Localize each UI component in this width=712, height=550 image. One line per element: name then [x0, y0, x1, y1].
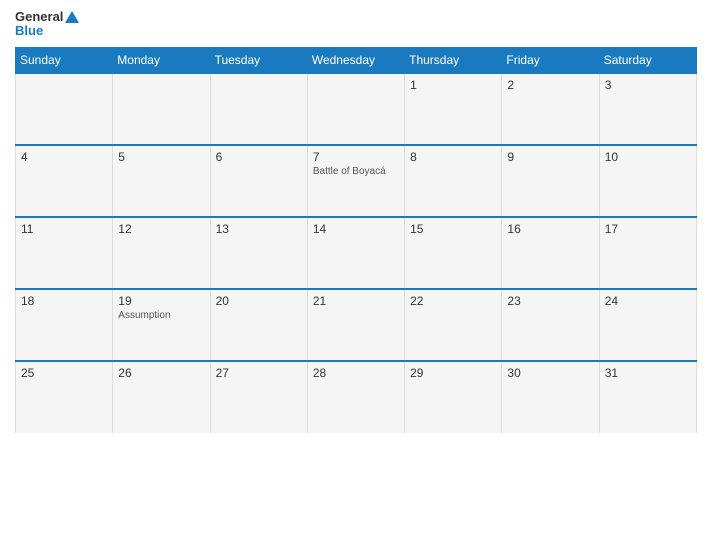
day-number: 3: [605, 78, 691, 92]
day-cell: 29: [405, 361, 502, 433]
weekday-header-thursday: Thursday: [405, 47, 502, 73]
week-row-4: 18 19 Assumption 20 21 22 23 24: [16, 289, 697, 361]
weekday-header-monday: Monday: [113, 47, 210, 73]
day-number: 11: [21, 222, 107, 236]
day-cell: 16: [502, 217, 599, 289]
day-cell: 25: [16, 361, 113, 433]
day-number: 7: [313, 150, 399, 164]
day-cell: 11: [16, 217, 113, 289]
day-cell: 21: [307, 289, 404, 361]
week-row-3: 11 12 13 14 15 16 17: [16, 217, 697, 289]
weekday-header-sunday: Sunday: [16, 47, 113, 73]
day-number: 13: [216, 222, 302, 236]
day-number: 15: [410, 222, 496, 236]
day-number: 22: [410, 294, 496, 308]
day-cell: 1: [405, 73, 502, 145]
day-cell: 13: [210, 217, 307, 289]
day-cell: 17: [599, 217, 696, 289]
day-cell: 24: [599, 289, 696, 361]
day-number: 25: [21, 366, 107, 380]
day-cell: 7 Battle of Boyacá: [307, 145, 404, 217]
day-cell: 19 Assumption: [113, 289, 210, 361]
day-cell: 3: [599, 73, 696, 145]
weekday-header-wednesday: Wednesday: [307, 47, 404, 73]
calendar-table: SundayMondayTuesdayWednesdayThursdayFrid…: [15, 47, 697, 433]
day-cell: 30: [502, 361, 599, 433]
header: General Blue: [15, 10, 697, 39]
day-number: 18: [21, 294, 107, 308]
event-label: Assumption: [118, 310, 204, 321]
day-cell: 15: [405, 217, 502, 289]
day-number: 6: [216, 150, 302, 164]
day-cell: 5: [113, 145, 210, 217]
day-cell: 14: [307, 217, 404, 289]
day-cell: 9: [502, 145, 599, 217]
weekday-header-friday: Friday: [502, 47, 599, 73]
page: General Blue SundayMondayTuesdayWednesda…: [0, 0, 712, 550]
week-row-5: 25 26 27 28 29 30 31: [16, 361, 697, 433]
day-number: 28: [313, 366, 399, 380]
day-cell: [113, 73, 210, 145]
day-number: 5: [118, 150, 204, 164]
day-number: 19: [118, 294, 204, 308]
day-number: 12: [118, 222, 204, 236]
weekday-header-tuesday: Tuesday: [210, 47, 307, 73]
day-number: 27: [216, 366, 302, 380]
day-number: 30: [507, 366, 593, 380]
day-cell: 18: [16, 289, 113, 361]
logo-general-text: General: [15, 10, 63, 24]
day-cell: 20: [210, 289, 307, 361]
day-cell: 28: [307, 361, 404, 433]
day-cell: 10: [599, 145, 696, 217]
logo: General Blue: [15, 10, 79, 39]
day-number: 23: [507, 294, 593, 308]
weekday-header-saturday: Saturday: [599, 47, 696, 73]
logo-blue-text: Blue: [15, 24, 43, 38]
event-label: Battle of Boyacá: [313, 166, 399, 177]
day-cell: [210, 73, 307, 145]
day-cell: 8: [405, 145, 502, 217]
day-number: 31: [605, 366, 691, 380]
day-cell: 22: [405, 289, 502, 361]
day-number: 24: [605, 294, 691, 308]
day-number: 2: [507, 78, 593, 92]
day-cell: 23: [502, 289, 599, 361]
day-cell: 4: [16, 145, 113, 217]
day-cell: 2: [502, 73, 599, 145]
day-cell: 31: [599, 361, 696, 433]
day-number: 4: [21, 150, 107, 164]
day-number: 16: [507, 222, 593, 236]
logo-triangle-icon: [65, 11, 79, 23]
day-cell: 26: [113, 361, 210, 433]
day-number: 8: [410, 150, 496, 164]
weekday-header-row: SundayMondayTuesdayWednesdayThursdayFrid…: [16, 47, 697, 73]
day-cell: 27: [210, 361, 307, 433]
day-number: 26: [118, 366, 204, 380]
day-number: 17: [605, 222, 691, 236]
week-row-2: 4567 Battle of Boyacá 89 10: [16, 145, 697, 217]
day-number: 1: [410, 78, 496, 92]
day-number: 29: [410, 366, 496, 380]
week-row-1: 123: [16, 73, 697, 145]
day-cell: [16, 73, 113, 145]
day-number: 14: [313, 222, 399, 236]
day-number: 10: [605, 150, 691, 164]
day-cell: 6: [210, 145, 307, 217]
day-cell: [307, 73, 404, 145]
day-number: 9: [507, 150, 593, 164]
day-number: 21: [313, 294, 399, 308]
day-number: 20: [216, 294, 302, 308]
day-cell: 12: [113, 217, 210, 289]
